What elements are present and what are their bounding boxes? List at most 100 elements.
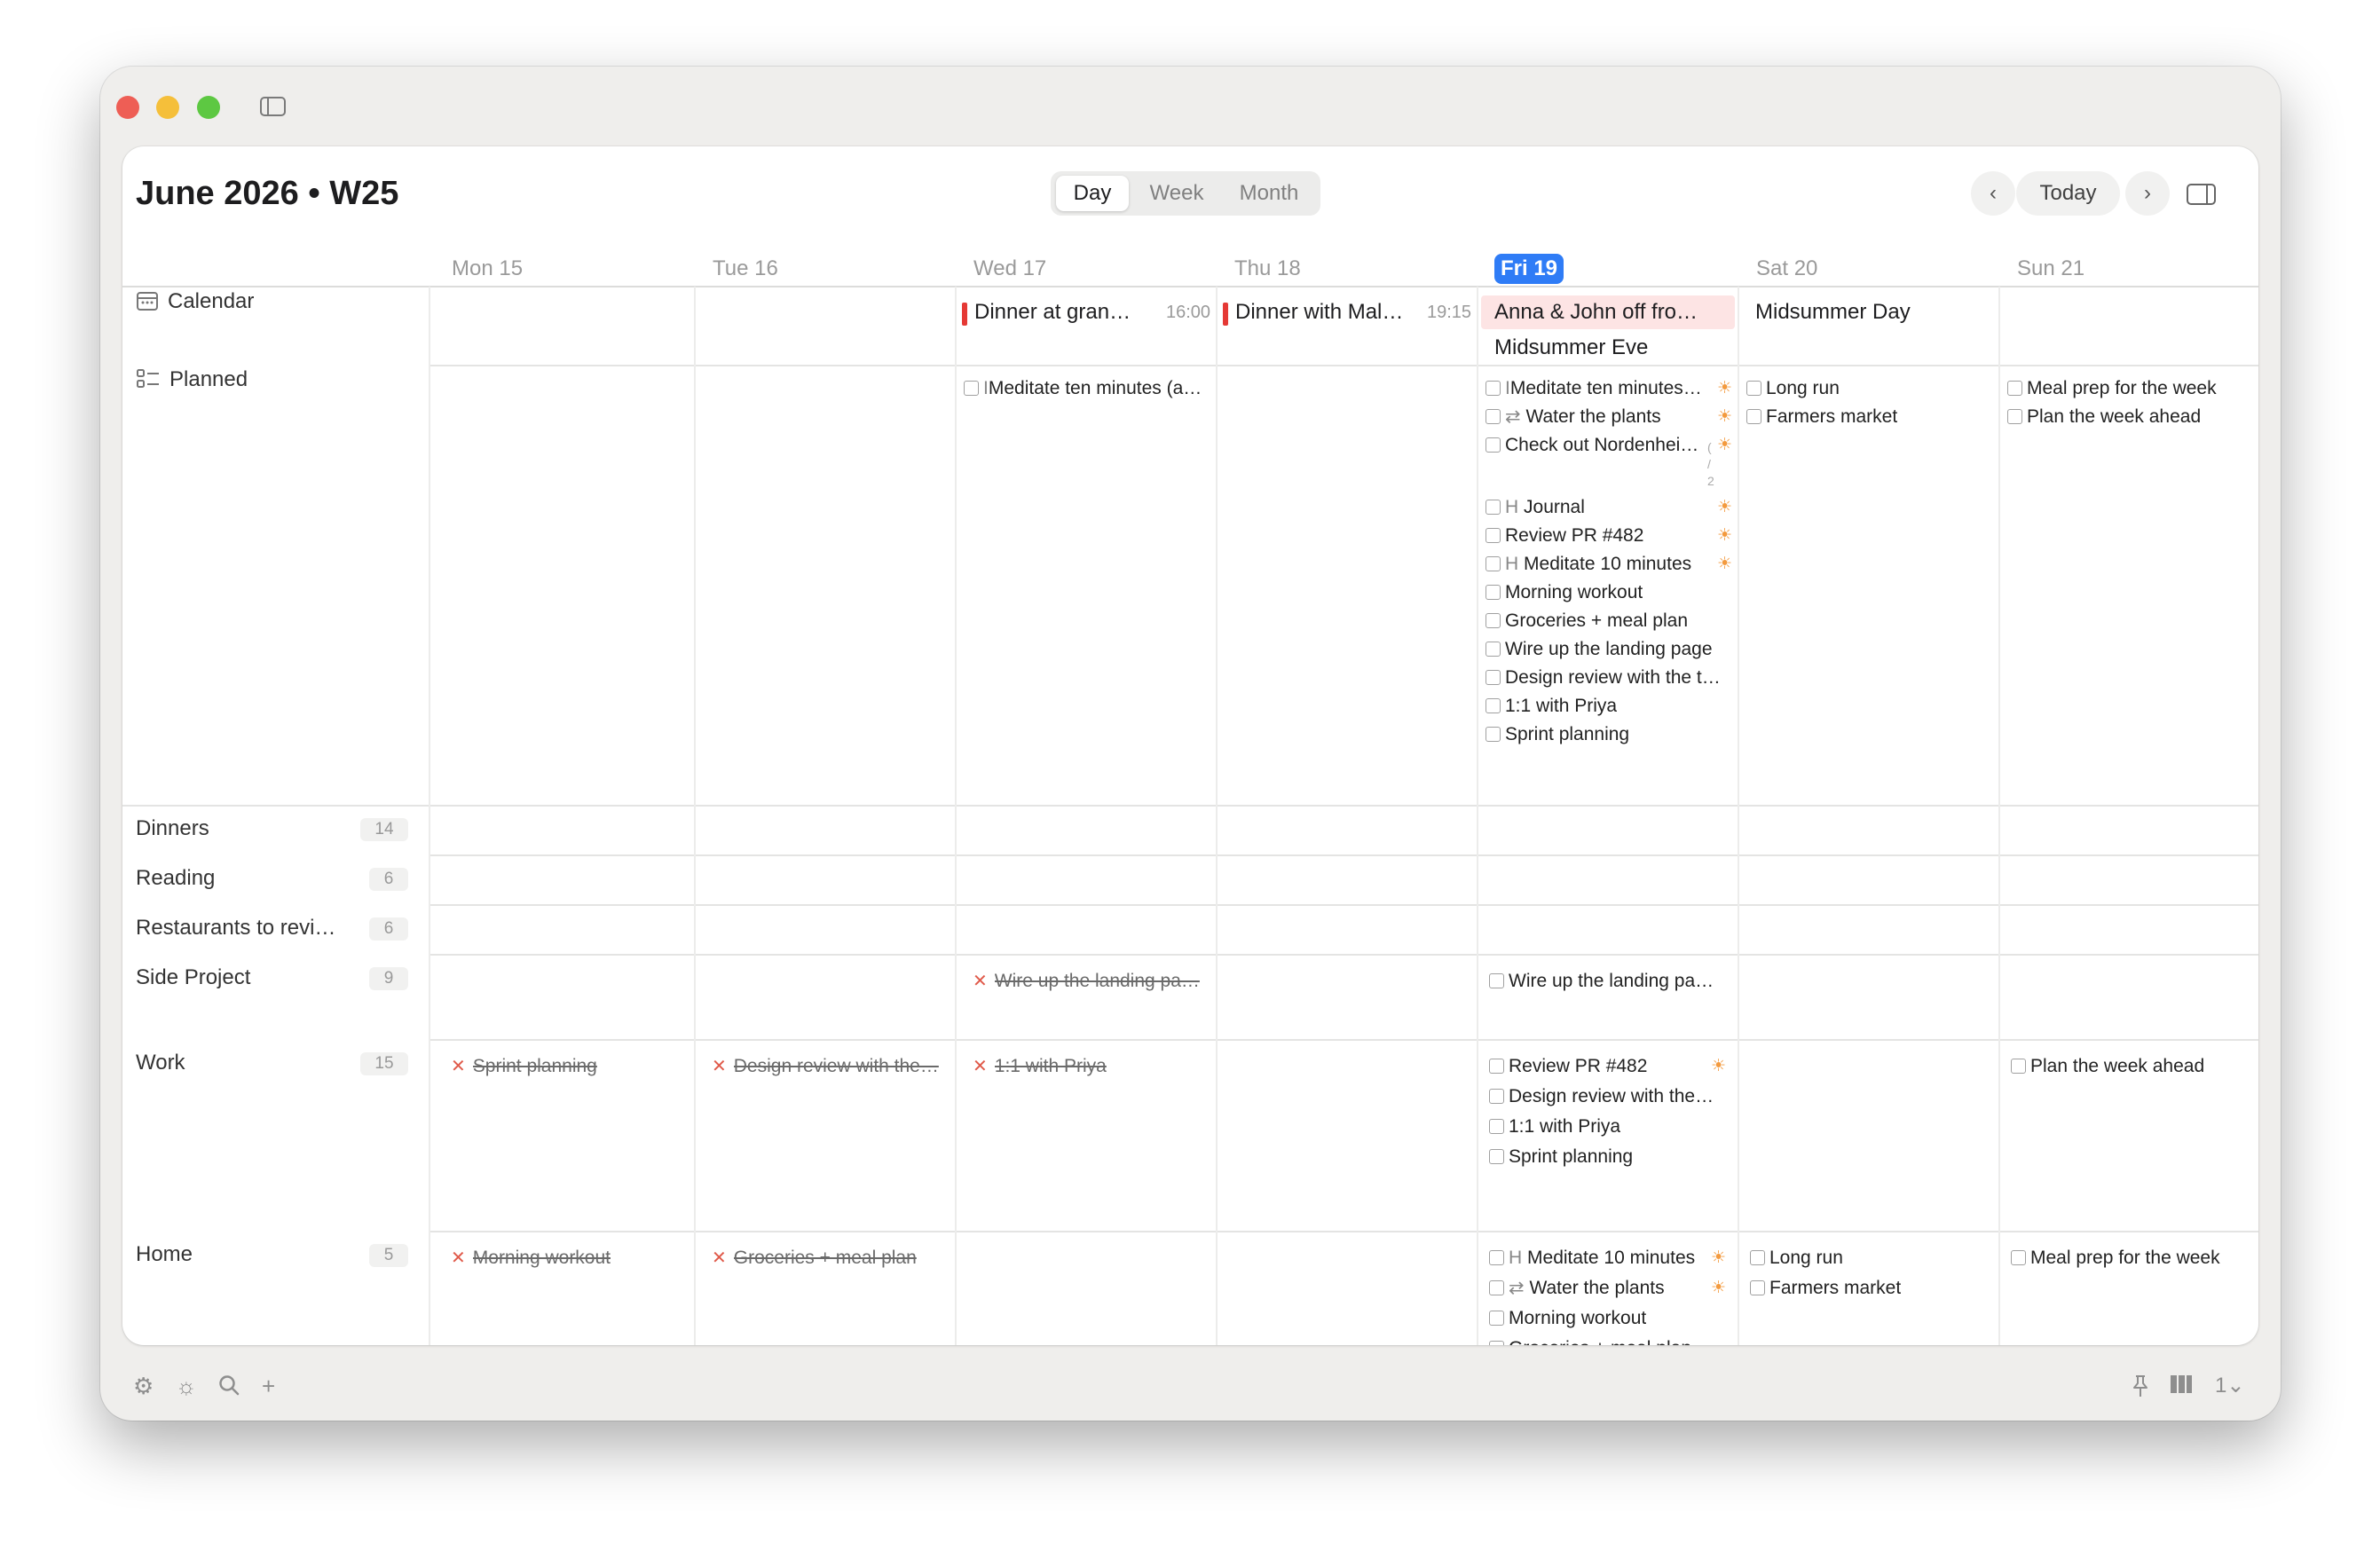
checkbox[interactable] bbox=[1486, 727, 1501, 742]
checkbox[interactable] bbox=[1486, 409, 1501, 424]
task-item[interactable]: Review PR #482 bbox=[1489, 1052, 1647, 1081]
task-item-overdue[interactable]: ✕ Groceries + meal plan bbox=[712, 1244, 917, 1272]
gear-icon[interactable]: ⚙ bbox=[133, 1374, 154, 1398]
event-midsummer-day[interactable]: Midsummer Day bbox=[1755, 300, 1993, 325]
checkbox[interactable] bbox=[1489, 1089, 1504, 1104]
day-header-sun[interactable]: Sun 21 bbox=[2017, 254, 2084, 284]
zoom-button[interactable] bbox=[197, 96, 220, 119]
minimize-button[interactable] bbox=[156, 96, 179, 119]
sun-icon[interactable]: ☼ bbox=[176, 1374, 197, 1398]
day-header-mon[interactable]: Mon 15 bbox=[452, 254, 523, 284]
inspector-toggle-icon[interactable] bbox=[2187, 184, 2216, 205]
checkbox[interactable] bbox=[964, 381, 979, 396]
task-item[interactable]: Groceries + meal plan bbox=[1489, 1334, 1691, 1345]
checkbox[interactable] bbox=[2007, 381, 2022, 396]
task-item[interactable]: 1:1 with Priya bbox=[1486, 692, 1617, 720]
checkbox[interactable] bbox=[1486, 698, 1501, 713]
task-item[interactable]: 1:1 with Priya bbox=[1489, 1113, 1620, 1141]
task-item[interactable]: Review PR #482 bbox=[1486, 522, 1643, 550]
today-button[interactable]: Today bbox=[2016, 171, 2120, 216]
tab-week[interactable]: Week bbox=[1132, 176, 1221, 211]
checkbox[interactable] bbox=[1486, 613, 1501, 628]
checkbox[interactable] bbox=[1750, 1250, 1765, 1265]
next-button[interactable]: › bbox=[2125, 171, 2170, 216]
checkbox[interactable] bbox=[1486, 437, 1501, 453]
event-dinner-at-gran[interactable]: Dinner at gran… bbox=[974, 300, 1152, 325]
checkbox[interactable] bbox=[1746, 409, 1761, 424]
task-item[interactable]: Groceries + meal plan bbox=[1486, 607, 1688, 635]
day-header-fri-today[interactable]: Fri 19 bbox=[1494, 254, 1564, 284]
task-item[interactable]: Design review with the t… bbox=[1486, 664, 1721, 692]
task-item[interactable]: Morning workout bbox=[1486, 579, 1643, 607]
event-anna-john-off[interactable]: Anna & John off fro… bbox=[1494, 300, 1732, 325]
task-item[interactable]: Farmers market bbox=[1746, 403, 1897, 431]
task-item[interactable]: ⇄ Water the plants bbox=[1486, 403, 1661, 431]
prev-button[interactable]: ‹ bbox=[1971, 171, 2015, 216]
task-item-overdue[interactable]: ✕ 1:1 with Priya bbox=[973, 1052, 1107, 1081]
task-item[interactable]: Plan the week ahead bbox=[2011, 1052, 2204, 1081]
checkbox[interactable] bbox=[1489, 1059, 1504, 1074]
day-header-thu[interactable]: Thu 18 bbox=[1234, 254, 1301, 284]
task-item[interactable]: Check out Nordenhei… bbox=[1486, 431, 1698, 460]
checkbox[interactable] bbox=[1750, 1280, 1765, 1295]
search-icon[interactable] bbox=[217, 1374, 240, 1401]
checkbox[interactable] bbox=[1489, 1250, 1504, 1265]
checkbox[interactable] bbox=[1486, 670, 1501, 685]
checkbox[interactable] bbox=[1489, 1280, 1504, 1295]
event-midsummer-eve[interactable]: Midsummer Eve bbox=[1494, 335, 1732, 360]
task-item-overdue[interactable]: ✕ Morning workout bbox=[451, 1244, 611, 1272]
task-item[interactable]: Farmers market bbox=[1750, 1274, 1901, 1303]
checkbox[interactable] bbox=[1486, 642, 1501, 657]
task-item[interactable]: Meal prep for the week bbox=[2007, 374, 2217, 403]
task-item[interactable]: Wire up the landing pa… bbox=[1489, 967, 1714, 996]
task-item-overdue[interactable]: ✕ Wire up the landing pa… bbox=[973, 967, 1200, 996]
checkbox[interactable] bbox=[1486, 381, 1501, 396]
checkbox[interactable] bbox=[1489, 973, 1504, 988]
day-header-wed[interactable]: Wed 17 bbox=[973, 254, 1046, 284]
checkbox[interactable] bbox=[1486, 528, 1501, 543]
column-count-select[interactable]: 1⌄ bbox=[2215, 1374, 2244, 1398]
task-item[interactable]: Plan the week ahead bbox=[2007, 403, 2201, 431]
tab-month[interactable]: Month bbox=[1225, 176, 1313, 211]
task-item[interactable]: Morning workout bbox=[1489, 1304, 1646, 1333]
add-icon[interactable]: + bbox=[262, 1374, 275, 1398]
day-header-tue[interactable]: Tue 16 bbox=[713, 254, 778, 284]
columns-icon[interactable] bbox=[2169, 1374, 2194, 1399]
task-item[interactable]: Wire up the landing page bbox=[1486, 635, 1713, 664]
checkbox[interactable] bbox=[2007, 409, 2022, 424]
day-header-sat[interactable]: Sat 20 bbox=[1756, 254, 1817, 284]
close-button[interactable] bbox=[116, 96, 139, 119]
checkbox[interactable] bbox=[1489, 1341, 1504, 1345]
checkbox[interactable] bbox=[1746, 381, 1761, 396]
sidebar-item-calendar[interactable]: Calendar bbox=[136, 289, 254, 314]
task-item[interactable]: H Meditate 10 minutes bbox=[1489, 1244, 1695, 1272]
checkbox[interactable] bbox=[1486, 500, 1501, 515]
task-item[interactable]: IMeditate ten minutes (a… bbox=[964, 374, 1202, 403]
task-item[interactable]: Long run bbox=[1750, 1244, 1843, 1272]
checkbox[interactable] bbox=[1486, 556, 1501, 571]
task-item[interactable]: Long run bbox=[1746, 374, 1840, 403]
task-item[interactable]: Sprint planning bbox=[1486, 720, 1629, 749]
checkbox[interactable] bbox=[2011, 1250, 2026, 1265]
task-item[interactable]: IMeditate ten minutes… bbox=[1486, 374, 1702, 403]
pin-icon[interactable] bbox=[2131, 1374, 2150, 1403]
checkbox[interactable] bbox=[1489, 1311, 1504, 1326]
task-item[interactable]: ⇄ Water the plants bbox=[1489, 1274, 1665, 1303]
sidebar-item-dinners[interactable]: Dinners bbox=[136, 816, 209, 841]
sidebar-item-work[interactable]: Work bbox=[136, 1051, 185, 1075]
event-dinner-with-mal[interactable]: Dinner with Mal… bbox=[1235, 300, 1413, 325]
tab-day[interactable]: Day bbox=[1056, 176, 1129, 211]
checkbox[interactable] bbox=[1489, 1149, 1504, 1164]
sidebar-toggle-icon[interactable] bbox=[260, 97, 286, 116]
checkbox[interactable] bbox=[1486, 585, 1501, 600]
task-item[interactable]: Sprint planning bbox=[1489, 1143, 1633, 1171]
sidebar-item-home[interactable]: Home bbox=[136, 1242, 193, 1267]
sidebar-item-reading[interactable]: Reading bbox=[136, 866, 215, 891]
task-item[interactable]: Design review with the… bbox=[1489, 1083, 1714, 1111]
sidebar-item-planned[interactable]: Planned bbox=[136, 367, 248, 392]
task-item-overdue[interactable]: ✕ Sprint planning bbox=[451, 1052, 597, 1081]
task-item[interactable]: Meal prep for the week bbox=[2011, 1244, 2220, 1272]
checkbox[interactable] bbox=[1489, 1119, 1504, 1134]
task-item[interactable]: H Journal bbox=[1486, 493, 1585, 522]
sidebar-item-restaurants[interactable]: Restaurants to revi… bbox=[136, 916, 335, 941]
